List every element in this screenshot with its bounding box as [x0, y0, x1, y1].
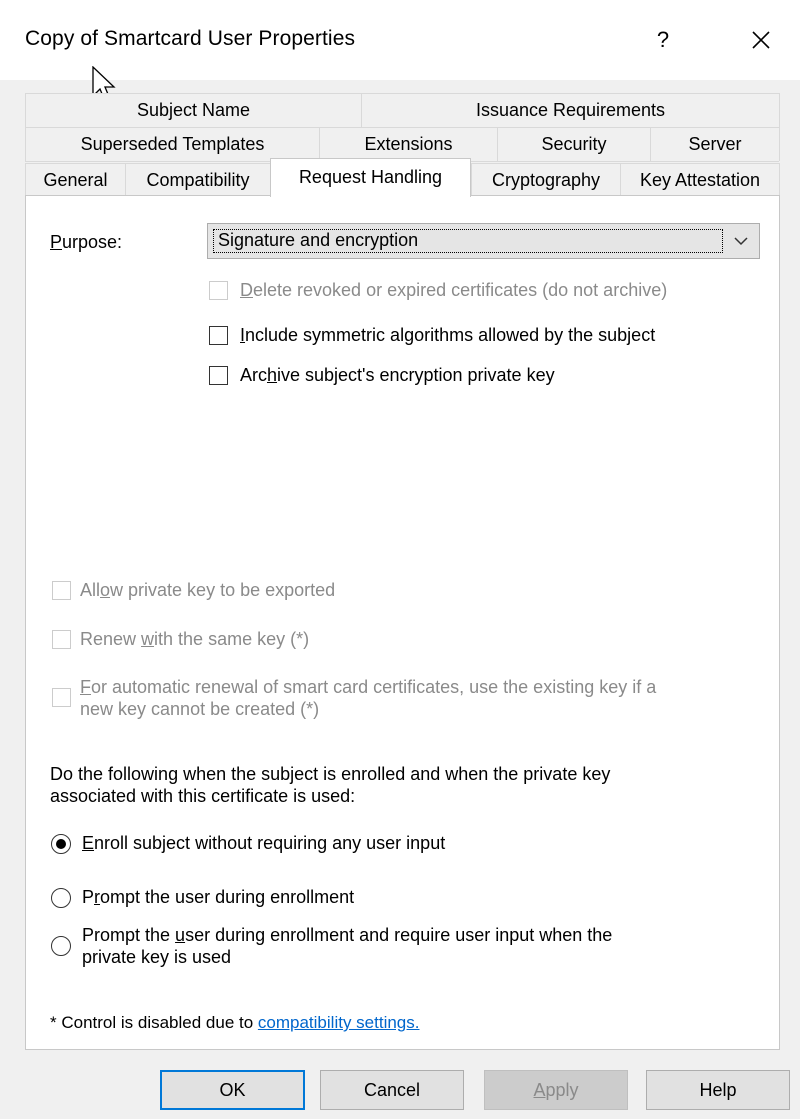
prompt-during-enrollment-radio[interactable]	[51, 888, 71, 908]
purpose-value: Signature and encryption	[218, 230, 419, 250]
tab-superseded-templates[interactable]: Superseded Templates	[25, 127, 319, 161]
enroll-without-input-label: Enroll subject without requiring any use…	[82, 833, 446, 853]
tab-compatibility[interactable]: Compatibility	[125, 163, 270, 197]
close-icon	[752, 31, 770, 49]
prompt-and-require-input-radio[interactable]	[51, 936, 71, 956]
archive-key-checkbox[interactable]	[209, 366, 228, 385]
auto-renewal-checkbox[interactable]	[52, 688, 71, 707]
tab-request-handling[interactable]: Request Handling	[270, 158, 471, 197]
title-bar: Copy of Smartcard User Properties ?	[0, 0, 800, 80]
window-title: Copy of Smartcard User Properties	[25, 27, 356, 50]
tab-extensions[interactable]: Extensions	[319, 127, 497, 161]
purpose-dropdown[interactable]: Signature and encryption	[207, 223, 760, 259]
tab-key-attestation[interactable]: Key Attestation	[620, 163, 780, 197]
tab-cryptography[interactable]: Cryptography	[471, 163, 620, 197]
apply-button[interactable]: Apply	[484, 1070, 628, 1110]
tab-issuance-requirements[interactable]: Issuance Requirements	[361, 93, 780, 127]
allow-export-label: Allow private key to be exported	[80, 580, 336, 600]
renew-same-key-label: Renew with the same key (*)	[80, 629, 310, 649]
renew-same-key-checkbox[interactable]	[52, 630, 71, 649]
include-symmetric-checkbox[interactable]	[209, 326, 228, 345]
tab-general[interactable]: General	[25, 163, 125, 197]
delete-revoked-label: Delete revoked or expired certificates (…	[240, 280, 668, 300]
compatibility-settings-link[interactable]: compatibility settings.	[258, 1013, 420, 1032]
compatibility-footnote: * Control is disabled due to compatibili…	[50, 1013, 420, 1032]
close-button[interactable]	[735, 20, 785, 60]
archive-key-label: Archive subject's encryption private key	[240, 365, 555, 385]
prompt-during-enrollment-label: Prompt the user during enrollment	[82, 887, 355, 907]
help-dialog-button[interactable]: Help	[646, 1070, 790, 1110]
tab-security[interactable]: Security	[497, 127, 650, 161]
cancel-button[interactable]: Cancel	[320, 1070, 464, 1110]
chevron-down-icon	[734, 237, 748, 246]
purpose-label: Purpose:	[50, 232, 123, 252]
auto-renewal-label: For automatic renewal of smart card cert…	[80, 677, 657, 719]
tab-subject-name[interactable]: Subject Name	[25, 93, 361, 127]
help-button[interactable]: ?	[648, 24, 678, 56]
ok-button[interactable]: OK	[160, 1070, 305, 1110]
include-symmetric-label: Include symmetric algorithms allowed by …	[240, 325, 656, 345]
tab-server[interactable]: Server	[650, 127, 780, 161]
allow-export-checkbox[interactable]	[52, 581, 71, 600]
enrollment-instructions: Do the following when the subject is enr…	[50, 764, 611, 806]
request-handling-panel	[25, 195, 780, 1050]
delete-revoked-checkbox[interactable]	[209, 281, 228, 300]
enroll-without-input-radio[interactable]	[51, 834, 71, 854]
prompt-and-require-input-label: Prompt the user during enrollment and re…	[82, 925, 613, 967]
